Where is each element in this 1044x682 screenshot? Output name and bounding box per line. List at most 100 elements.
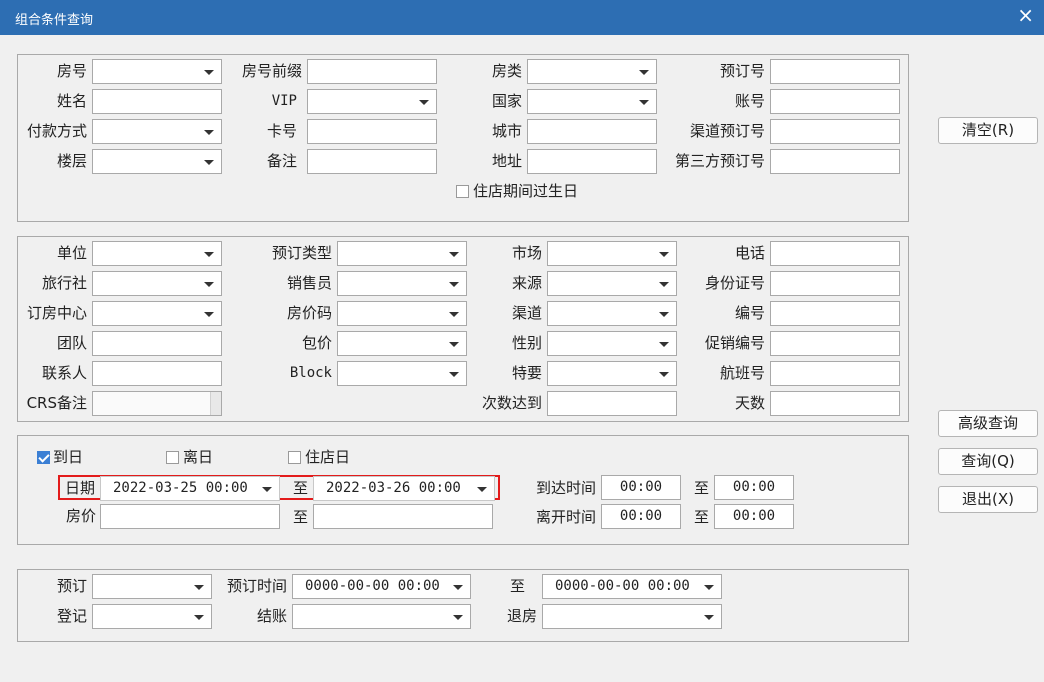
departure-time-label: 离开时间 — [535, 508, 596, 526]
promo-no-label: 促销编号 — [704, 334, 765, 352]
payment-select[interactable] — [92, 119, 222, 144]
arrival-checkbox-label: 到日 — [53, 448, 84, 466]
booking-time-from-select[interactable]: 0000-00-00 00:00 — [292, 574, 471, 599]
id-no-label: 身份证号 — [704, 274, 765, 292]
departure-time-to-input[interactable]: 00:00 — [714, 504, 794, 529]
rate-to-input[interactable] — [313, 504, 493, 529]
salesperson-select[interactable] — [337, 271, 467, 296]
arrival-time-from-input[interactable]: 00:00 — [601, 475, 681, 500]
chevron-down-icon — [204, 70, 214, 75]
times-reached-input[interactable] — [547, 391, 677, 416]
group-input[interactable] — [92, 331, 222, 356]
city-input[interactable] — [527, 119, 657, 144]
third-party-booking-no-input[interactable] — [770, 149, 900, 174]
close-icon[interactable]: × — [1017, 5, 1034, 25]
chevron-down-icon — [659, 342, 669, 347]
name-input[interactable] — [92, 89, 222, 114]
rate-from-input[interactable] — [100, 504, 280, 529]
rate-to-label: 至 — [293, 508, 309, 526]
unit-select[interactable] — [92, 241, 222, 266]
exit-button[interactable]: 退出(X) — [938, 486, 1038, 513]
booking-center-select[interactable] — [92, 301, 222, 326]
chevron-down-icon — [639, 70, 649, 75]
booking-select[interactable] — [92, 574, 212, 599]
block-label: Block — [289, 365, 332, 381]
booking-type-select[interactable] — [337, 241, 467, 266]
flight-no-input[interactable] — [770, 361, 900, 386]
channel-booking-no-input[interactable] — [770, 119, 900, 144]
number-input[interactable] — [770, 301, 900, 326]
gender-select[interactable] — [547, 331, 677, 356]
account-no-input[interactable] — [770, 89, 900, 114]
room-type-select[interactable] — [527, 59, 657, 84]
chevron-down-icon — [659, 252, 669, 257]
floor-select[interactable] — [92, 149, 222, 174]
booking-no-label: 预订号 — [719, 62, 765, 80]
chevron-down-icon — [659, 282, 669, 287]
address-input[interactable] — [527, 149, 657, 174]
source-select[interactable] — [547, 271, 677, 296]
remark-input[interactable] — [307, 149, 437, 174]
days-input[interactable] — [770, 391, 900, 416]
booking-time-to-select[interactable]: 0000-00-00 00:00 — [542, 574, 722, 599]
clear-button[interactable]: 清空(R) — [938, 117, 1038, 144]
group-label: 团队 — [56, 334, 87, 352]
booking-time-to-value: 0000-00-00 00:00 — [555, 578, 690, 594]
channel-booking-no-label: 渠道预订号 — [689, 122, 765, 140]
channel-select[interactable] — [547, 301, 677, 326]
rate-code-select[interactable] — [337, 301, 467, 326]
date-to-select[interactable]: 2022-03-26 00:00 — [313, 476, 495, 501]
crs-remark-scroll[interactable] — [210, 392, 221, 415]
date-from-value: 2022-03-25 00:00 — [113, 480, 248, 496]
chevron-down-icon — [194, 615, 204, 620]
remark-label: 备注 — [266, 152, 297, 170]
stay-checkbox[interactable] — [288, 451, 301, 464]
address-label: 地址 — [491, 152, 522, 170]
chevron-down-icon — [659, 312, 669, 317]
rate-code-label: 房价码 — [286, 304, 332, 322]
query-button[interactable]: 查询(Q) — [938, 448, 1038, 475]
market-select[interactable] — [547, 241, 677, 266]
travel-agency-select[interactable] — [92, 271, 222, 296]
chevron-down-icon — [453, 615, 463, 620]
checkin-select[interactable] — [92, 604, 212, 629]
departure-checkbox[interactable] — [166, 451, 179, 464]
card-no-label: 卡号 — [266, 122, 297, 140]
return-select[interactable] — [542, 604, 722, 629]
block-select[interactable] — [337, 361, 467, 386]
arrival-time-label: 到达时间 — [535, 479, 596, 497]
special-select[interactable] — [547, 361, 677, 386]
room-prefix-input[interactable] — [307, 59, 437, 84]
promo-no-input[interactable] — [770, 331, 900, 356]
return-label: 退房 — [506, 607, 537, 625]
chevron-down-icon — [659, 372, 669, 377]
booking-no-input[interactable] — [770, 59, 900, 84]
crs-remark-input[interactable] — [92, 391, 222, 416]
chevron-down-icon — [204, 160, 214, 165]
date-from-select[interactable]: 2022-03-25 00:00 — [100, 476, 280, 501]
room-no-select[interactable] — [92, 59, 222, 84]
birthday-checkbox[interactable] — [456, 185, 469, 198]
id-no-input[interactable] — [770, 271, 900, 296]
payment-label: 付款方式 — [26, 122, 87, 140]
card-no-input[interactable] — [307, 119, 437, 144]
phone-input[interactable] — [770, 241, 900, 266]
special-label: 特要 — [511, 364, 542, 382]
chevron-down-icon — [449, 252, 459, 257]
gender-label: 性别 — [511, 334, 542, 352]
package-select[interactable] — [337, 331, 467, 356]
chevron-down-icon — [449, 372, 459, 377]
vip-select[interactable] — [307, 89, 437, 114]
chevron-down-icon — [639, 100, 649, 105]
advanced-query-button[interactable]: 高级查询 — [938, 410, 1038, 437]
country-select[interactable] — [527, 89, 657, 114]
chevron-down-icon — [204, 282, 214, 287]
chevron-down-icon — [204, 312, 214, 317]
checkout-select[interactable] — [292, 604, 471, 629]
contact-input[interactable] — [92, 361, 222, 386]
chevron-down-icon — [419, 100, 429, 105]
arrival-checkbox[interactable] — [37, 451, 50, 464]
arrival-time-to-input[interactable]: 00:00 — [714, 475, 794, 500]
departure-time-from-input[interactable]: 00:00 — [601, 504, 681, 529]
arrival-time-to-label: 至 — [694, 479, 710, 497]
